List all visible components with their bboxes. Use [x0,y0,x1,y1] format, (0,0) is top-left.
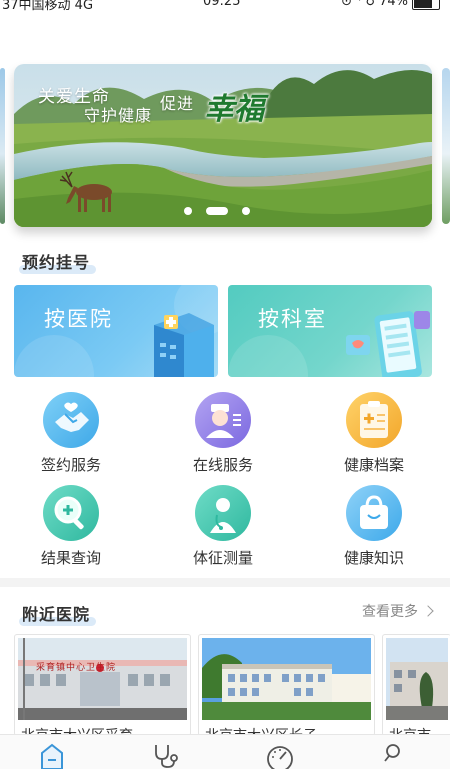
service-label: 健康知识 [343,549,404,567]
hospital-card[interactable]: 采育镇中心卫生院 北京市大兴区采育 [14,634,191,736]
home-icon [41,743,63,770]
service-knowledge[interactable]: 健康知识 [319,485,429,575]
banner-carousel[interactable]: 关爱生命 守护健康 促进 幸福 [14,64,432,227]
bottom-tab-bar [0,734,450,772]
by-department-card[interactable]: 按科室 [228,285,432,377]
chevron-right-icon [422,605,434,617]
carousel-prev-peek[interactable] [0,68,5,224]
clipboard-icon [346,392,402,448]
status-indicators: ⊙ ⁴ ♁ 74% [341,0,408,9]
tab-home[interactable] [37,741,67,770]
stethoscope-icon [155,745,178,768]
carrier-label: 37中国移动 4G [2,0,94,13]
hospital-photo [386,638,448,720]
nearby-section-title: 附近医院 [19,601,97,626]
appointment-section-title: 预约挂号 [19,249,97,274]
hospital-card[interactable]: 北京市大兴区长子 [198,634,375,736]
search-plus-icon [43,485,99,541]
hospital-photo [202,638,371,720]
carousel-dot-active[interactable] [206,207,228,215]
carousel-dot[interactable] [184,207,192,215]
tab-medical[interactable] [150,741,180,769]
gauge-icon [267,746,293,772]
service-signing[interactable]: 签约服务 [16,392,126,482]
service-results[interactable]: 结果查询 [16,485,126,575]
status-time: 09:25 [203,0,241,9]
section-divider [0,578,450,587]
doctor-chat-icon [195,392,251,448]
view-more-link[interactable]: 查看更多 [362,601,434,621]
service-label: 在线服务 [192,456,253,474]
status-bar: 37中国移动 4G 09:25 ⊙ ⁴ ♁ 74% [0,0,450,14]
service-label: 结果查询 [40,549,101,567]
service-label: 体征测量 [192,549,253,567]
hospital-card[interactable]: 北京市 [382,634,450,736]
service-records[interactable]: 健康档案 [319,392,429,482]
banner-slogan-highlight: 幸福 [204,92,264,127]
search-icon [384,744,400,762]
carousel-dots[interactable] [184,207,250,215]
view-more-label: 查看更多 [362,604,418,620]
banner-slogan-2: 守护健康 [84,106,153,125]
tab-search[interactable] [378,741,408,769]
service-label: 签约服务 [40,456,101,474]
stethoscope-doctor-icon [195,485,251,541]
hospital-photo: 采育镇中心卫生院 [18,638,187,720]
department-phone-icon [228,311,430,377]
battery-icon [412,0,440,10]
by-hospital-card[interactable]: 按医院 [14,285,218,377]
carousel-dot[interactable] [242,207,250,215]
carousel-next-peek[interactable] [442,68,450,224]
banner-slogan-3: 促进 [160,94,195,113]
shopping-bag-icon [346,485,402,541]
hospital-sign-text: 采育镇中心卫生院 [36,663,117,673]
service-vitals[interactable]: 体征测量 [168,485,278,575]
tab-measure[interactable] [265,741,295,772]
hospital-building-icon [14,285,218,377]
handshake-icon [43,392,99,448]
service-label: 健康档案 [343,456,404,474]
service-online[interactable]: 在线服务 [168,392,278,482]
